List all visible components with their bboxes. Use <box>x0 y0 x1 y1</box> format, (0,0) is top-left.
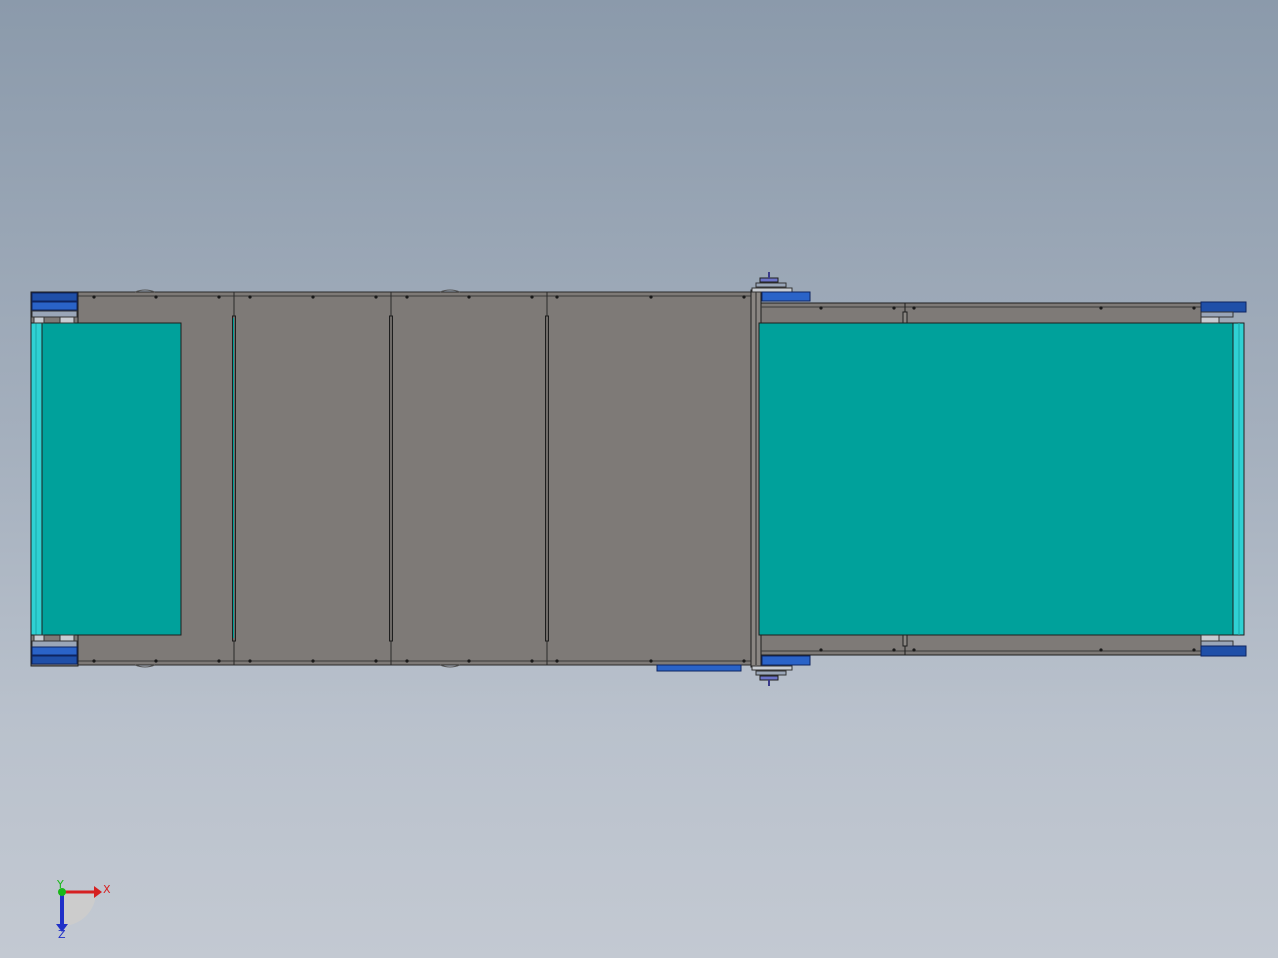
graphics-viewport[interactable]: X Y Z <box>0 0 1278 958</box>
left-belt[interactable] <box>41 322 182 636</box>
triad-x-label: X <box>103 883 111 896</box>
right-bottom-bracket <box>1200 634 1247 657</box>
left-conveyor[interactable] <box>30 289 754 672</box>
conveyor-model[interactable]: X Y Z <box>0 0 1278 958</box>
right-belt[interactable] <box>758 322 1234 636</box>
triad-z-label: Z <box>58 928 66 941</box>
right-top-bracket <box>1200 301 1247 324</box>
coordinate-triad-icon: X Y Z <box>56 878 111 941</box>
right-conveyor[interactable] <box>758 301 1247 657</box>
left-bottom-rail <box>656 664 742 672</box>
triad-y-label: Y <box>56 878 64 891</box>
